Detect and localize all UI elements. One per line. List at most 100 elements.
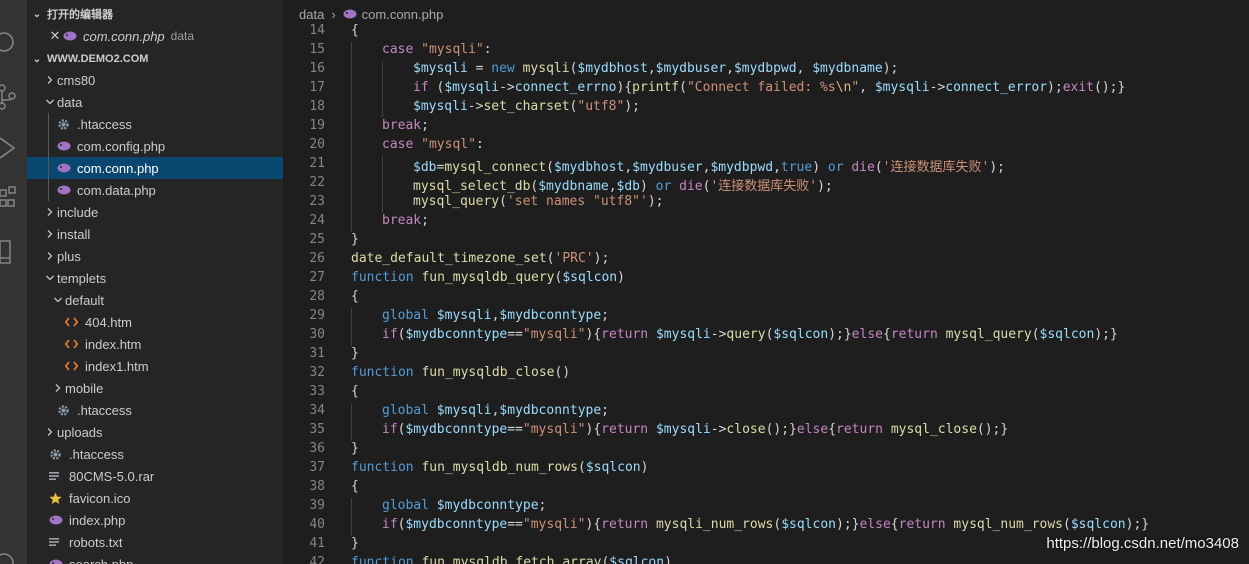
tree-folder[interactable]: templets	[27, 267, 283, 289]
tree-file[interactable]: com.config.php	[27, 135, 283, 157]
chevron-right-icon[interactable]	[43, 75, 57, 85]
tree-file[interactable]: com.conn.php	[27, 157, 283, 179]
code-line[interactable]: }	[351, 441, 359, 456]
code-token: global	[382, 498, 437, 513]
line-number: 36	[309, 441, 325, 456]
php-icon	[57, 163, 77, 173]
code-line[interactable]: }	[351, 536, 359, 551]
breadcrumb-file[interactable]: com.conn.php	[362, 7, 444, 22]
code-line[interactable]: $mysqli->set_charset("utf8");	[413, 99, 640, 114]
code-line[interactable]: function fun_mysqldb_num_rows($sqlcon)	[351, 460, 648, 475]
chevron-right-icon[interactable]	[43, 251, 57, 261]
code-line[interactable]: function fun_mysqldb_close()	[351, 365, 570, 380]
tree-file[interactable]: favicon.ico	[27, 487, 283, 509]
code-line[interactable]: {	[351, 23, 359, 38]
code-line[interactable]: break;	[382, 118, 429, 133]
code-line[interactable]: break;	[382, 213, 429, 228]
code-token: :	[475, 137, 484, 152]
code-line[interactable]: global $mysqli,$mydbconntype;	[382, 308, 609, 323]
open-editor-item[interactable]: ✕ com.conn.php data	[27, 25, 283, 47]
code-line[interactable]: $db=mysql_connect($mydbhost,$mydbuser,$m…	[413, 156, 1005, 175]
tree-file[interactable]: com.data.php	[27, 179, 283, 201]
source-control-icon[interactable]	[0, 82, 27, 112]
run-debug-icon[interactable]	[0, 133, 27, 163]
tree-file[interactable]: 404.htm	[27, 311, 283, 333]
line-number: 16	[309, 61, 325, 76]
remote-explorer-icon[interactable]	[0, 237, 27, 267]
code-line[interactable]: mysql_query('set names "utf8"');	[413, 194, 663, 209]
code-token: ,	[726, 61, 734, 76]
code-token: (	[1063, 517, 1071, 532]
code-token: "mysqli"	[522, 422, 586, 437]
indent-guide	[351, 42, 352, 61]
code-editor[interactable]: data › com.conn.php 14 {15 case "mysqli": 1…	[283, 0, 1249, 564]
code-token: )	[664, 555, 672, 564]
chevron-right-icon[interactable]	[43, 207, 57, 217]
code-token: if	[413, 80, 437, 95]
code-line[interactable]: function fun_mysqldb_fetch_array($sqlcon…	[351, 555, 672, 564]
indent-guide	[351, 175, 352, 194]
tree-file[interactable]: .htaccess	[27, 443, 283, 465]
code-line[interactable]: }	[351, 232, 359, 247]
chevron-down-icon[interactable]	[43, 97, 57, 107]
code-token: mysqli	[522, 61, 570, 76]
code-line[interactable]: {	[351, 289, 359, 304]
tree-file[interactable]: index1.htm	[27, 355, 283, 377]
line-number: 19	[309, 118, 325, 133]
code-line[interactable]: date_default_timezone_set('PRC');	[351, 251, 609, 266]
breadcrumb-folder[interactable]: data	[299, 7, 324, 22]
code-line[interactable]: function fun_mysqldb_query($sqlcon)	[351, 270, 625, 285]
code-line[interactable]: case "mysqli":	[382, 42, 492, 57]
code-line[interactable]: if ($mysqli->connect_errno){printf("Conn…	[413, 80, 1125, 95]
code-line[interactable]: {	[351, 384, 359, 399]
tree-folder[interactable]: uploads	[27, 421, 283, 443]
tree-folder[interactable]: install	[27, 223, 283, 245]
code-token: (	[546, 160, 554, 175]
code-line[interactable]: if($mydbconntype=="mysqli"){return $mysq…	[382, 422, 1008, 437]
chevron-down-icon[interactable]	[43, 273, 57, 283]
code-line[interactable]: }	[351, 346, 359, 361]
tree-file[interactable]: index.php	[27, 509, 283, 531]
code-token: exit	[1062, 80, 1094, 95]
code-line[interactable]: if($mydbconntype=="mysqli"){return $mysq…	[382, 327, 1118, 342]
tree-folder[interactable]: mobile	[27, 377, 283, 399]
code-line[interactable]: mysql_select_db($mydbname,$db) or die('连…	[413, 175, 833, 194]
tree-file[interactable]: search.php	[27, 553, 283, 564]
chevron-down-icon[interactable]	[51, 295, 65, 305]
tree-folder[interactable]: cms80	[27, 69, 283, 91]
line-number: 34	[309, 403, 325, 418]
tree-file[interactable]: robots.txt	[27, 531, 283, 553]
code-line[interactable]: global $mydbconntype;	[382, 498, 546, 513]
tree-folder[interactable]: default	[27, 289, 283, 311]
search-icon[interactable]	[0, 27, 27, 57]
code-line[interactable]: global $mysqli,$mydbconntype;	[382, 403, 609, 418]
code-token: return	[898, 517, 954, 532]
tree-folder[interactable]: include	[27, 201, 283, 223]
tree-file[interactable]: .htaccess	[27, 113, 283, 135]
workspace-header[interactable]: ⌄ WWW.DEMO2.COM	[27, 48, 283, 70]
tree-file[interactable]: .htaccess	[27, 399, 283, 421]
tree-item-label: .htaccess	[69, 446, 124, 462]
chevron-right-icon[interactable]	[51, 383, 65, 393]
code-line[interactable]: {	[351, 479, 359, 494]
code-token: $mydbhost	[577, 61, 648, 76]
account-icon[interactable]	[0, 540, 27, 564]
open-editors-header[interactable]: ⌄ 打开的编辑器	[27, 3, 283, 25]
close-icon[interactable]: ✕	[47, 28, 63, 44]
code-token: $db	[616, 179, 640, 194]
tree-file[interactable]: 80CMS-5.0.rar	[27, 465, 283, 487]
extensions-icon[interactable]	[0, 185, 27, 215]
code-token: "mysqli"	[421, 42, 484, 57]
indent-guide	[351, 137, 352, 156]
tree-item-label: cms80	[57, 72, 96, 88]
chevron-right-icon[interactable]	[43, 229, 57, 239]
code-token: ){	[585, 517, 602, 532]
code-line[interactable]: case "mysql":	[382, 137, 484, 152]
code-line[interactable]: $mysqli = new mysqli($mydbhost,$mydbuser…	[413, 61, 898, 76]
tree-folder[interactable]: plus	[27, 245, 283, 267]
tree-file[interactable]: index.htm	[27, 333, 283, 355]
tree-folder[interactable]: data	[27, 91, 283, 113]
chevron-right-icon[interactable]	[43, 427, 57, 437]
code-line[interactable]: if($mydbconntype=="mysqli"){return mysql…	[382, 517, 1149, 532]
indent-guide	[351, 422, 352, 441]
